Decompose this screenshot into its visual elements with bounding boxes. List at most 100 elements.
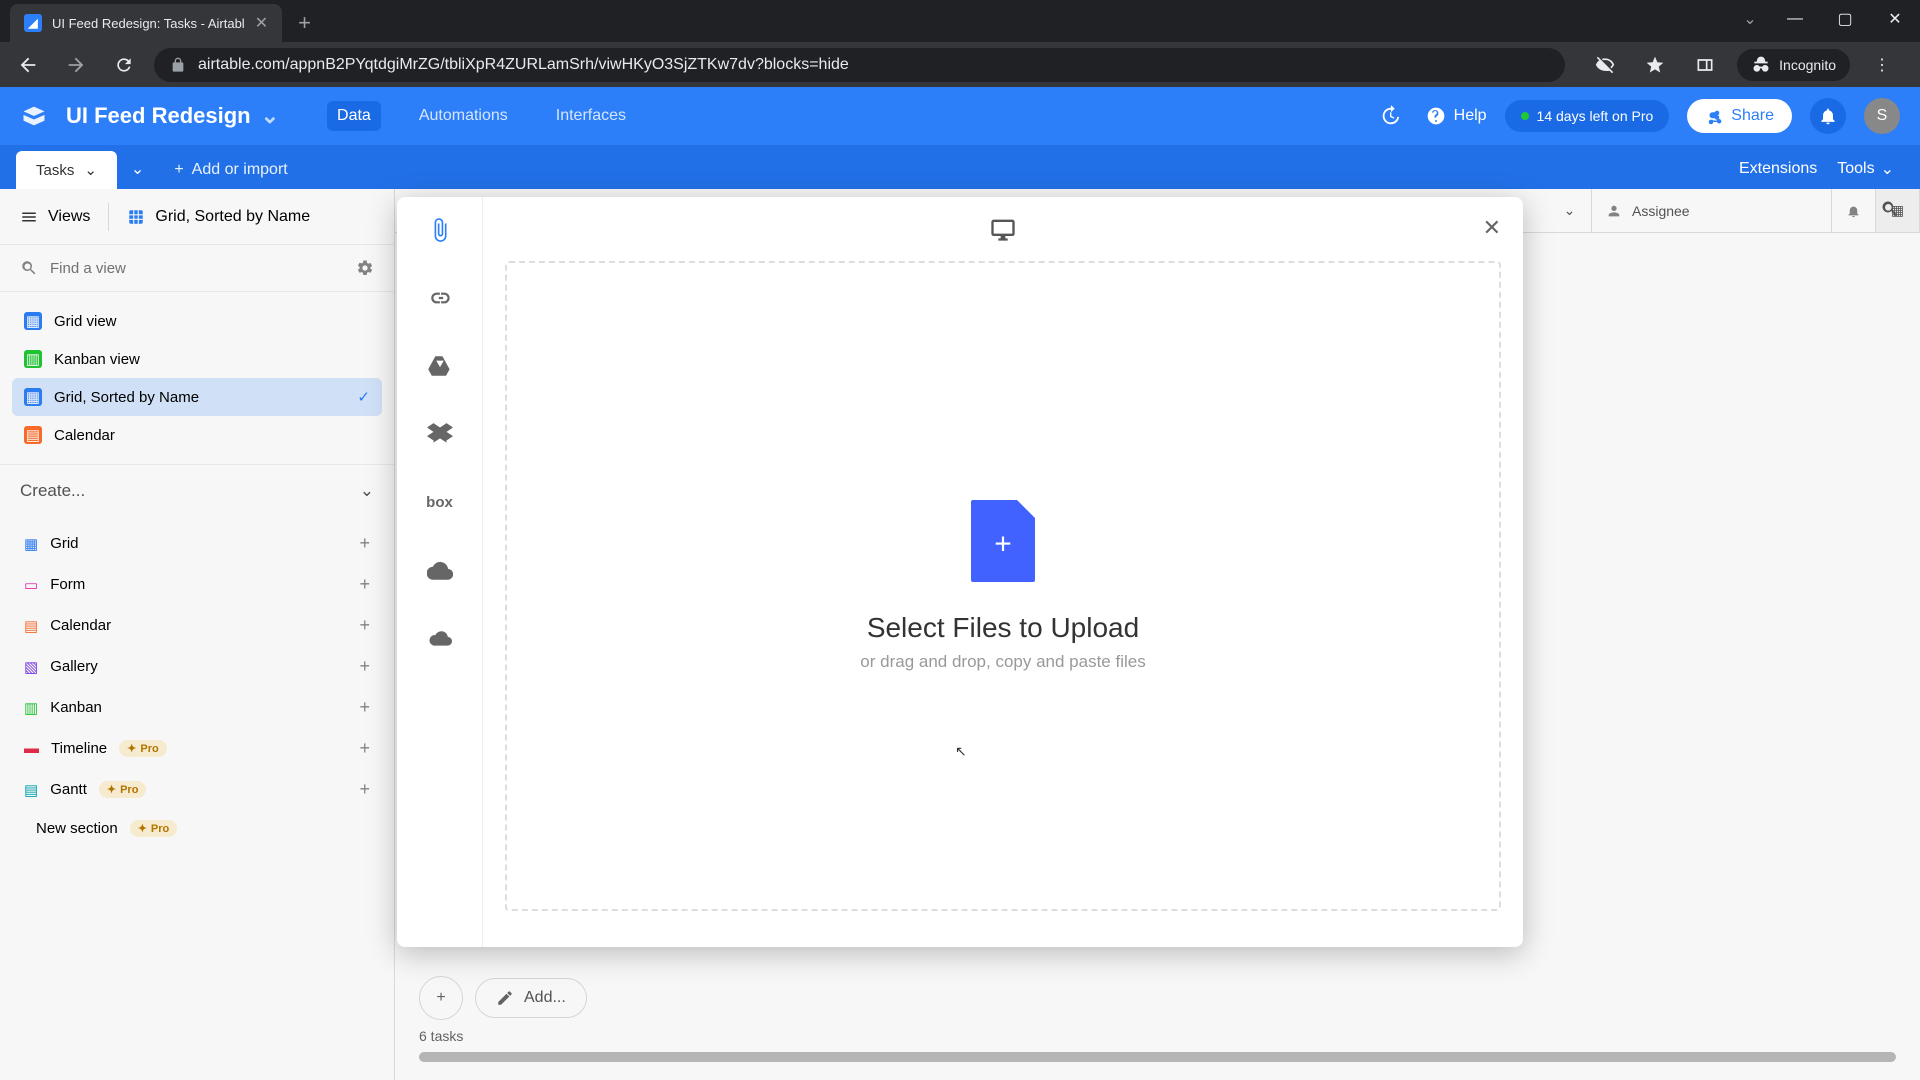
trial-pill[interactable]: 14 days left on Pro (1505, 100, 1670, 132)
close-window-icon[interactable]: ✕ (1870, 0, 1920, 38)
airtable-logo-icon[interactable] (20, 102, 48, 130)
notify-column-icon[interactable] (1832, 189, 1876, 232)
url-input[interactable]: airtable.com/appnB2PYqtdgiMrZG/tbliXpR4Z… (154, 48, 1565, 82)
table-tabs-bar: Tasks ⌄ ⌄ + Add or import Extensions Too… (0, 145, 1920, 189)
cloud-source-icon[interactable] (425, 555, 455, 585)
upload-title: Select Files to Upload (867, 612, 1139, 644)
create-timeline[interactable]: ▬Timeline✦ Pro+ (12, 728, 382, 769)
extensions-button[interactable]: Extensions (1739, 159, 1817, 179)
minimize-window-icon[interactable]: — (1770, 0, 1820, 38)
gear-icon[interactable] (356, 259, 374, 277)
create-item-label: Calendar (50, 617, 111, 634)
bookmark-star-icon[interactable] (1637, 47, 1673, 83)
new-tab-button[interactable]: + (282, 4, 327, 42)
add-or-import-button[interactable]: + Add or import (158, 151, 303, 189)
create-form[interactable]: ▭Form+ (12, 564, 382, 605)
add-record-button[interactable]: + (419, 976, 463, 1020)
tools-button[interactable]: Tools ⌄ (1837, 159, 1894, 179)
upload-drop-zone[interactable]: + Select Files to Upload or drag and dro… (505, 261, 1501, 911)
forward-button[interactable] (58, 47, 94, 83)
eye-blocked-icon[interactable] (1587, 47, 1623, 83)
tab-overflow-icon[interactable]: ⌄ (1730, 0, 1770, 38)
column-assignee[interactable]: Assignee (1592, 189, 1832, 232)
status-dot (1521, 112, 1529, 120)
create-kanban[interactable]: ▥Kanban+ (12, 687, 382, 728)
search-views-row (0, 245, 394, 292)
avatar-initial: S (1877, 107, 1888, 125)
kebab-menu-icon[interactable]: ⋮ (1864, 47, 1900, 83)
current-view-label: Grid, Sorted by Name (155, 208, 310, 226)
create-section-toggle[interactable]: Create... ⌄ (0, 464, 394, 517)
incognito-indicator[interactable]: Incognito (1737, 49, 1850, 81)
browser-tab[interactable]: ◢ UI Feed Redesign: Tasks - Airtabl ✕ (10, 4, 282, 42)
box-source-icon[interactable]: box (425, 487, 455, 517)
help-label: Help (1454, 107, 1487, 125)
gantt-icon: ▤ (24, 781, 38, 799)
create-new-section[interactable]: New section✦ Pro (12, 810, 382, 847)
incognito-label: Incognito (1779, 57, 1836, 73)
side-panel-icon[interactable] (1687, 47, 1723, 83)
user-avatar[interactable]: S (1864, 98, 1900, 134)
create-gallery[interactable]: ▧Gallery+ (12, 646, 382, 687)
google-drive-source-icon[interactable] (425, 351, 455, 381)
table-list-dropdown[interactable]: ⌄ (117, 149, 158, 189)
plus-icon: + (359, 738, 370, 759)
help-button[interactable]: Help (1426, 106, 1487, 126)
share-button[interactable]: Share (1687, 99, 1792, 133)
search-views-input[interactable] (50, 260, 344, 277)
back-button[interactable] (10, 47, 46, 83)
onedrive-source-icon[interactable] (425, 623, 455, 653)
view-label: Kanban view (54, 351, 140, 368)
grid-icon: ▦ (24, 312, 42, 330)
current-view-button[interactable]: Grid, Sorted by Name (127, 208, 310, 226)
record-count: 6 tasks (395, 1020, 1920, 1052)
device-icon[interactable] (989, 215, 1017, 243)
share-label: Share (1731, 107, 1774, 125)
chevron-down-icon: ⌄ (261, 103, 279, 129)
dropbox-source-icon[interactable] (425, 419, 455, 449)
views-toggle-button[interactable]: Views (20, 208, 90, 226)
base-name-button[interactable]: UI Feed Redesign ⌄ (66, 103, 279, 129)
create-grid[interactable]: ▦Grid+ (12, 523, 382, 564)
add-field-pill[interactable]: Add... (475, 978, 587, 1018)
file-upload-modal: box ✕ + Select Files to Upload or drag a… (397, 197, 1523, 947)
column-menu[interactable]: ⌄ (1548, 189, 1592, 232)
view-item-grid-view[interactable]: ▦ Grid view (12, 302, 382, 340)
search-icon (20, 259, 38, 277)
base-name-label: UI Feed Redesign (66, 103, 251, 129)
calendar-icon: ▤ (24, 617, 38, 635)
chevron-down-icon: ⌄ (360, 481, 374, 501)
view-item-grid-sorted[interactable]: ▦ Grid, Sorted by Name ✓ (12, 378, 382, 416)
file-plus-icon: + (971, 500, 1035, 582)
search-records-icon[interactable] (1880, 199, 1900, 219)
notifications-icon[interactable] (1810, 98, 1846, 134)
reload-button[interactable] (106, 47, 142, 83)
column-label: Assignee (1632, 203, 1690, 219)
table-tab-tasks[interactable]: Tasks ⌄ (16, 151, 117, 189)
chevron-down-icon: ⌄ (84, 161, 97, 179)
airtable-favicon: ◢ (24, 14, 42, 32)
maximize-window-icon[interactable]: ▢ (1820, 0, 1870, 38)
plus-icon: + (359, 656, 370, 677)
close-tab-icon[interactable]: ✕ (255, 13, 268, 33)
horizontal-scrollbar[interactable] (419, 1052, 1896, 1062)
create-gantt[interactable]: ▤Gantt✦ Pro+ (12, 769, 382, 810)
close-modal-button[interactable]: ✕ (1483, 215, 1501, 241)
history-icon[interactable] (1372, 98, 1408, 134)
create-item-label: Timeline (51, 740, 107, 757)
trial-label: 14 days left on Pro (1537, 108, 1654, 124)
tab-data[interactable]: Data (327, 101, 381, 131)
create-item-label: New section (36, 820, 118, 837)
views-label: Views (48, 208, 90, 226)
view-item-kanban-view[interactable]: ▥ Kanban view (12, 340, 382, 378)
tab-interfaces[interactable]: Interfaces (546, 101, 636, 131)
create-item-label: Kanban (50, 699, 102, 716)
timeline-icon: ▬ (24, 740, 39, 757)
tab-automations[interactable]: Automations (409, 101, 518, 131)
link-source-icon[interactable] (425, 283, 455, 313)
create-calendar[interactable]: ▤Calendar+ (12, 605, 382, 646)
extensions-label: Extensions (1739, 160, 1817, 178)
attachment-source-icon[interactable] (425, 215, 455, 245)
view-item-calendar[interactable]: ▤ Calendar (12, 416, 382, 454)
lock-icon (170, 57, 186, 73)
